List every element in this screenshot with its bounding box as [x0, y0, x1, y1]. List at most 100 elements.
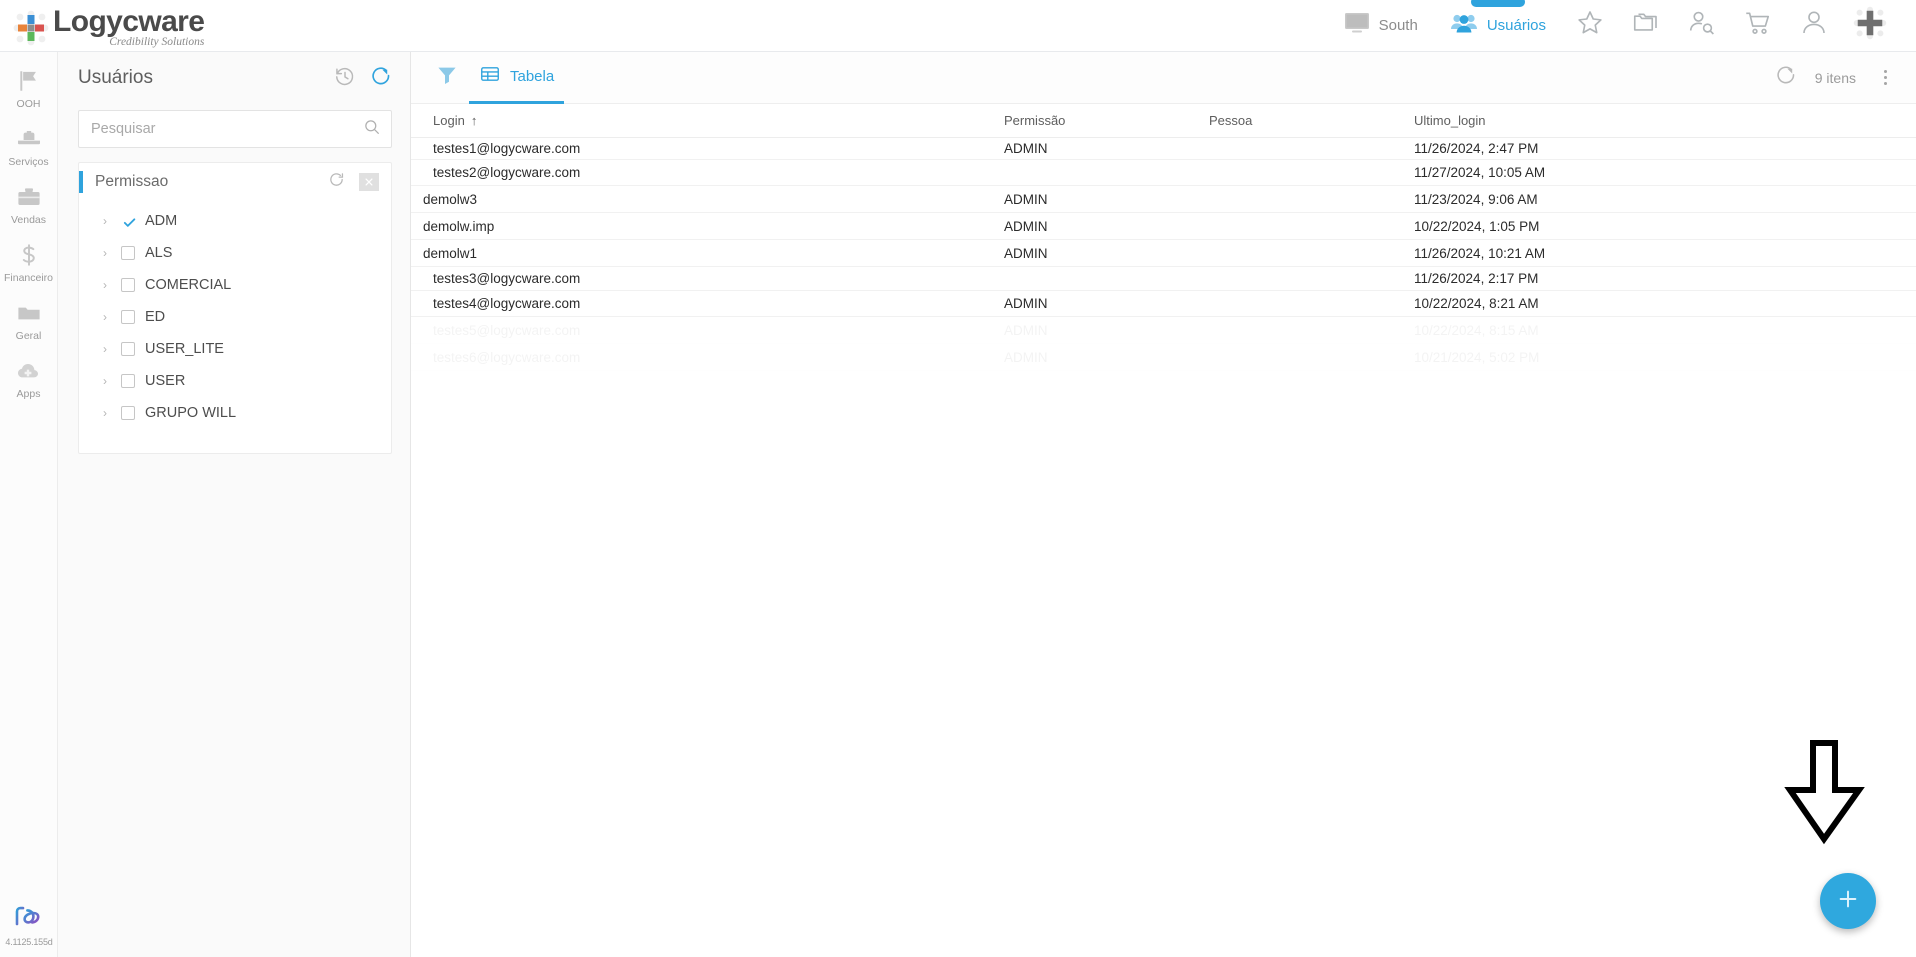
- cloud-plus-icon: [15, 356, 43, 386]
- cell-login: testes6@logycware.com: [433, 349, 581, 365]
- rail-item-apps[interactable]: Apps: [0, 356, 58, 400]
- chevron-right-icon[interactable]: ›: [103, 246, 121, 260]
- chevron-right-icon[interactable]: ›: [103, 342, 121, 356]
- brand-logo[interactable]: Logycware Credibility Solutions: [0, 4, 205, 48]
- column-header-pessoa[interactable]: Pessoa: [1209, 113, 1414, 128]
- cell-permissao: ADMIN: [1004, 191, 1048, 207]
- table-icon: [479, 63, 501, 90]
- facet-header: Permissao: [79, 163, 391, 201]
- facet-item-grupo-will[interactable]: › GRUPO WILL: [79, 397, 391, 429]
- facet-title: Permissao: [95, 173, 169, 190]
- add-user-fab[interactable]: [1820, 873, 1876, 929]
- column-header-permissao[interactable]: Permissão: [1004, 113, 1209, 128]
- favorites-button[interactable]: [1562, 0, 1618, 52]
- chevron-right-icon[interactable]: ›: [103, 278, 121, 292]
- users-table: Login ↑ Permissão Pessoa Ultimo_login te…: [411, 104, 1916, 371]
- user-search-button[interactable]: [1674, 0, 1730, 52]
- table-row[interactable]: testes6@logycware.com ADMIN 10/21/2024, …: [411, 344, 1916, 371]
- context-item-usuarios[interactable]: Usuários: [1434, 0, 1562, 52]
- table-row[interactable]: demolw.imp ADMIN 10/22/2024, 1:05 PM: [411, 213, 1916, 240]
- table-row[interactable]: testes3@logycware.com 11/26/2024, 2:17 P…: [411, 267, 1916, 291]
- folder-icon: [15, 298, 43, 328]
- users-icon: [1450, 12, 1478, 39]
- search-box[interactable]: [78, 110, 392, 148]
- top-bar: Logycware Credibility Solutions South Us…: [0, 0, 1916, 52]
- rail-item-vendas[interactable]: Vendas: [0, 182, 58, 226]
- column-header-login[interactable]: Login ↑: [421, 113, 1004, 128]
- facet-close-icon[interactable]: [359, 173, 379, 191]
- rail-label-vendas: Vendas: [10, 214, 47, 226]
- facet-item-label: USER_LITE: [145, 341, 224, 357]
- table-row[interactable]: demolw1 ADMIN 11/26/2024, 10:21 AM: [411, 240, 1916, 267]
- cell-permissao: ADMIN: [1004, 141, 1048, 156]
- chevron-right-icon[interactable]: ›: [103, 374, 121, 388]
- checkbox-unchecked[interactable]: [121, 374, 135, 388]
- kebab-menu-icon[interactable]: [1874, 58, 1896, 98]
- table-header-row: Login ↑ Permissão Pessoa Ultimo_login: [411, 104, 1916, 138]
- context-label-usuarios: Usuários: [1486, 17, 1546, 34]
- cart-button[interactable]: [1730, 0, 1786, 52]
- checkbox-unchecked[interactable]: [121, 310, 135, 324]
- facet-permissao: Permissao › ADM › ALS › COMERCIAL › ED ›…: [78, 162, 392, 454]
- user-search-icon: [1687, 8, 1717, 43]
- cell-ultimo-login: 11/27/2024, 10:05 AM: [1414, 165, 1546, 180]
- facet-item-label: ADM: [145, 213, 178, 229]
- history-icon[interactable]: [334, 65, 356, 92]
- facet-item-user[interactable]: › USER: [79, 365, 391, 397]
- facet-accent-bar: [79, 171, 83, 193]
- checkbox-unchecked[interactable]: [121, 246, 135, 260]
- checkbox-checked[interactable]: [121, 214, 136, 228]
- cell-permissao: ADMIN: [1004, 296, 1048, 311]
- facet-item-user-lite[interactable]: › USER_LITE: [79, 333, 391, 365]
- facet-item-als[interactable]: › ALS: [79, 237, 391, 269]
- facet-item-label: COMERCIAL: [145, 277, 232, 293]
- table-row[interactable]: testes2@logycware.com 11/27/2024, 10:05 …: [411, 160, 1916, 186]
- logycware-plus-icon: [13, 10, 49, 46]
- user-icon: [1799, 8, 1829, 43]
- table-row[interactable]: demolw3 ADMIN 11/23/2024, 9:06 AM: [411, 186, 1916, 213]
- rail-item-servicos[interactable]: Serviços: [0, 124, 58, 168]
- facet-refresh-icon[interactable]: [328, 171, 345, 193]
- monitor-icon: [1344, 12, 1370, 39]
- top-bar-actions: South Usuários: [1328, 0, 1916, 52]
- facet-item-adm[interactable]: › ADM: [79, 205, 391, 237]
- rail-label-servicos: Serviços: [8, 156, 49, 168]
- table-row[interactable]: testes1@logycware.com ADMIN 11/26/2024, …: [411, 138, 1916, 160]
- context-item-south[interactable]: South: [1328, 0, 1434, 52]
- chevron-right-icon[interactable]: ›: [103, 406, 121, 420]
- checkbox-unchecked[interactable]: [121, 406, 135, 420]
- rail-item-ooh[interactable]: OOH: [0, 66, 58, 110]
- facet-item-comercial[interactable]: › COMERCIAL: [79, 269, 391, 301]
- hardhat-icon: [15, 124, 43, 154]
- cell-login: testes4@logycware.com: [433, 296, 581, 311]
- search-icon[interactable]: [363, 118, 381, 141]
- table-row[interactable]: testes5@logycware.com ADMIN 10/22/2024, …: [411, 317, 1916, 344]
- account-button[interactable]: [1786, 0, 1842, 52]
- tab-tabela[interactable]: Tabela: [469, 52, 565, 104]
- rail-item-financeiro[interactable]: Financeiro: [0, 240, 58, 284]
- column-header-ultimo-login[interactable]: Ultimo_login: [1414, 113, 1774, 128]
- briefcase-icon: [15, 182, 43, 212]
- search-input[interactable]: [91, 121, 363, 137]
- cell-login: testes3@logycware.com: [433, 271, 581, 286]
- left-panel-header: Usuários: [58, 52, 410, 104]
- filter-button[interactable]: [425, 52, 469, 104]
- checkbox-unchecked[interactable]: [121, 342, 135, 356]
- chevron-right-icon[interactable]: ›: [103, 214, 121, 228]
- rail-item-geral[interactable]: Geral: [0, 298, 58, 342]
- add-button[interactable]: [1842, 0, 1898, 52]
- refresh-icon[interactable]: [370, 65, 392, 92]
- facet-item-ed[interactable]: › ED: [79, 301, 391, 333]
- table-refresh-button[interactable]: [1775, 64, 1797, 91]
- rail-label-financeiro: Financeiro: [3, 272, 54, 284]
- chevron-right-icon[interactable]: ›: [103, 310, 121, 324]
- cell-login: testes5@logycware.com: [433, 322, 581, 338]
- page-title: Usuários: [78, 67, 153, 88]
- left-rail: OOH Serviços Vendas Financeiro Geral App…: [0, 52, 58, 957]
- down-arrow-annotation: [1780, 737, 1868, 852]
- checkbox-unchecked[interactable]: [121, 278, 135, 292]
- brand-name: Logycware: [53, 4, 205, 38]
- flag-icon: [16, 66, 42, 96]
- table-row[interactable]: testes4@logycware.com ADMIN 10/22/2024, …: [411, 291, 1916, 317]
- folders-button[interactable]: [1618, 0, 1674, 52]
